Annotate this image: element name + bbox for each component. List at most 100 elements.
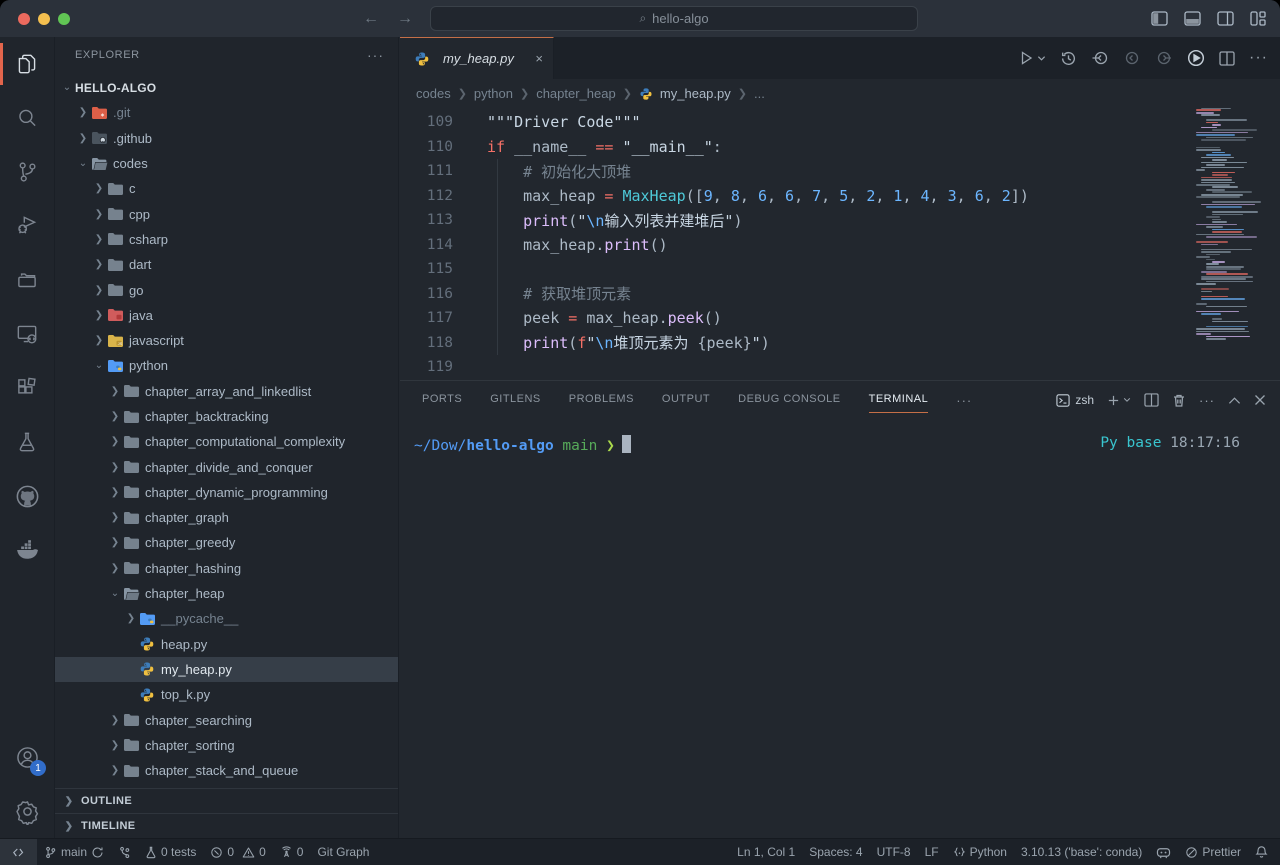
tree-item-chapter-graph[interactable]: ❯chapter_graph bbox=[55, 505, 398, 530]
breadcrumb-symbol[interactable]: ... bbox=[754, 86, 765, 101]
navigate-next-icon[interactable] bbox=[1155, 50, 1173, 66]
toggle-panel-icon[interactable] bbox=[1184, 11, 1201, 26]
zoom-window-button[interactable] bbox=[58, 13, 70, 25]
code-line-113[interactable]: 113 print("\n输入列表并建堆后") bbox=[400, 208, 1280, 233]
run-and-debug-icon[interactable] bbox=[0, 199, 54, 253]
tree-item-chapter-hashing[interactable]: ❯chapter_hashing bbox=[55, 556, 398, 581]
extensions-icon[interactable] bbox=[0, 361, 54, 415]
run-or-debug-icon[interactable] bbox=[1187, 49, 1205, 67]
settings-gear-icon[interactable] bbox=[0, 784, 54, 838]
source-control-icon[interactable] bbox=[0, 145, 54, 199]
split-editor-icon[interactable] bbox=[1219, 51, 1235, 66]
docker-icon[interactable] bbox=[0, 523, 54, 577]
notifications-bell-icon[interactable] bbox=[1248, 839, 1280, 865]
search-view-icon[interactable] bbox=[0, 91, 54, 145]
code-line-110[interactable]: 110if __name__ == "__main__": bbox=[400, 135, 1280, 160]
code-line-119[interactable]: 119 bbox=[400, 355, 1280, 380]
command-center-search[interactable]: ⌕ hello-algo bbox=[430, 6, 918, 31]
maximize-panel-icon[interactable] bbox=[1228, 396, 1241, 405]
code-line-111[interactable]: 111 # 初始化大顶堆 bbox=[400, 159, 1280, 184]
terminal-content[interactable]: ~/Dow/hello-algo main ❯ Py base 18:17:16 bbox=[400, 419, 1280, 838]
panel-more-actions-icon[interactable]: ··· bbox=[1199, 393, 1215, 408]
tree-item-heap-py[interactable]: heap.py bbox=[55, 632, 398, 657]
tree-item--pycache-[interactable]: ❯__pycache__ bbox=[55, 606, 398, 631]
tree-item-dart[interactable]: ❯dart bbox=[55, 252, 398, 277]
tree-item-codes[interactable]: ⌄codes bbox=[55, 151, 398, 176]
tree-item-csharp[interactable]: ❯csharp bbox=[55, 227, 398, 252]
close-window-button[interactable] bbox=[18, 13, 30, 25]
tree-item-chapter-computational-complexity[interactable]: ❯chapter_computational_complexity bbox=[55, 429, 398, 454]
tree-item--github[interactable]: ❯.github bbox=[55, 126, 398, 151]
code-line-116[interactable]: 116 # 获取堆顶元素 bbox=[400, 282, 1280, 307]
forwarded-ports-status[interactable]: 0 bbox=[273, 839, 311, 865]
close-panel-icon[interactable] bbox=[1254, 394, 1266, 406]
panel-tab-gitlens[interactable]: GITLENS bbox=[490, 389, 541, 411]
tree-item-c[interactable]: ❯c bbox=[55, 176, 398, 201]
tree-item-chapter-searching[interactable]: ❯chapter_searching bbox=[55, 707, 398, 732]
encoding-status[interactable]: UTF-8 bbox=[870, 839, 918, 865]
git-branch-status[interactable]: main bbox=[37, 839, 111, 865]
panel-tab-ports[interactable]: PORTS bbox=[422, 389, 462, 411]
indentation-status[interactable]: Spaces: 4 bbox=[802, 839, 869, 865]
back-arrow-icon[interactable]: ← bbox=[363, 10, 379, 28]
breadcrumb-chapter-heap[interactable]: chapter_heap bbox=[536, 86, 616, 101]
terminal-shell-item[interactable]: zsh bbox=[1056, 393, 1094, 407]
panel-tab-problems[interactable]: PROBLEMS bbox=[569, 389, 634, 411]
tree-item-chapter-backtracking[interactable]: ❯chapter_backtracking bbox=[55, 404, 398, 429]
explorer-icon[interactable] bbox=[0, 37, 54, 91]
code-line-117[interactable]: 117 peek = max_heap.peek() bbox=[400, 306, 1280, 331]
navigate-previous-icon[interactable] bbox=[1123, 50, 1141, 66]
tree-item-chapter-divide-and-conquer[interactable]: ❯chapter_divide_and_conquer bbox=[55, 454, 398, 479]
tree-item-go[interactable]: ❯go bbox=[55, 277, 398, 302]
tree-item-python[interactable]: ⌄python bbox=[55, 353, 398, 378]
tree-item-chapter-array-and-linkedlist[interactable]: ❯chapter_array_and_linkedlist bbox=[55, 379, 398, 404]
split-terminal-icon[interactable] bbox=[1144, 393, 1159, 407]
accounts-icon[interactable]: 1 bbox=[0, 730, 54, 784]
git-graph-button[interactable]: Git Graph bbox=[310, 839, 376, 865]
toggle-primary-sidebar-icon[interactable] bbox=[1151, 11, 1168, 26]
tree-item-cpp[interactable]: ❯cpp bbox=[55, 201, 398, 226]
copilot-icon[interactable] bbox=[1149, 839, 1178, 865]
run-python-file-button[interactable] bbox=[1018, 50, 1046, 66]
panel-tab-debug-console[interactable]: DEBUG CONSOLE bbox=[738, 389, 840, 411]
tree-item-javascript[interactable]: ❯JSjavascript bbox=[55, 328, 398, 353]
remote-indicator[interactable] bbox=[0, 839, 37, 865]
git-graph-branch-icon[interactable] bbox=[111, 839, 138, 865]
language-mode[interactable]: Python bbox=[946, 839, 1014, 865]
panel-tab-output[interactable]: OUTPUT bbox=[662, 389, 710, 411]
panel-tab-terminal[interactable]: TERMINAL bbox=[869, 389, 929, 411]
breadcrumb-codes[interactable]: codes bbox=[416, 86, 451, 101]
minimize-window-button[interactable] bbox=[38, 13, 50, 25]
breadcrumb-file[interactable]: my_heap.py bbox=[660, 86, 731, 101]
code-line-114[interactable]: 114 max_heap.print() bbox=[400, 233, 1280, 258]
tab-close-icon[interactable]: × bbox=[535, 51, 543, 66]
editor-more-actions-icon[interactable]: ··· bbox=[1249, 49, 1268, 67]
eol-status[interactable]: LF bbox=[918, 839, 946, 865]
code-line-112[interactable]: 112 max_heap = MaxHeap([9, 8, 6, 6, 7, 5… bbox=[400, 184, 1280, 209]
testing-icon[interactable] bbox=[0, 415, 54, 469]
panel-tabs-more-icon[interactable]: ··· bbox=[956, 393, 972, 408]
tree-item-top-k-py[interactable]: top_k.py bbox=[55, 682, 398, 707]
breadcrumb-python[interactable]: python bbox=[474, 86, 513, 101]
tree-item-java[interactable]: ❯java bbox=[55, 303, 398, 328]
tab-my-heap[interactable]: my_heap.py × bbox=[400, 37, 554, 79]
prettier-status[interactable]: Prettier bbox=[1178, 839, 1248, 865]
remote-explorer-icon[interactable] bbox=[0, 307, 54, 361]
problems-status[interactable]: 0 0 bbox=[203, 839, 272, 865]
tree-item-hello-algo[interactable]: ⌄HELLO-ALGO bbox=[55, 75, 398, 100]
python-interpreter[interactable]: 3.10.13 ('base': conda) bbox=[1014, 839, 1149, 865]
toggle-secondary-sidebar-icon[interactable] bbox=[1217, 11, 1234, 26]
forward-arrow-icon[interactable]: → bbox=[397, 10, 413, 28]
minimap[interactable] bbox=[1196, 108, 1268, 341]
customize-layout-icon[interactable] bbox=[1250, 11, 1266, 26]
tree-item-chapter-stack-and-queue[interactable]: ❯chapter_stack_and_queue bbox=[55, 758, 398, 783]
code-line-118[interactable]: 118 print(f"\n堆顶元素为 {peek}") bbox=[400, 331, 1280, 356]
code-line-115[interactable]: 115 bbox=[400, 257, 1280, 282]
code-line-109[interactable]: 109"""Driver Code""" bbox=[400, 110, 1280, 135]
tree-item-chapter-heap[interactable]: ⌄chapter_heap bbox=[55, 581, 398, 606]
cursor-position[interactable]: Ln 1, Col 1 bbox=[730, 839, 802, 865]
github-icon[interactable] bbox=[0, 469, 54, 523]
timeline-section[interactable]: ❯ TIMELINE bbox=[55, 813, 398, 838]
tree-item-chapter-greedy[interactable]: ❯chapter_greedy bbox=[55, 530, 398, 555]
tree-item-chapter-sorting[interactable]: ❯chapter_sorting bbox=[55, 733, 398, 758]
